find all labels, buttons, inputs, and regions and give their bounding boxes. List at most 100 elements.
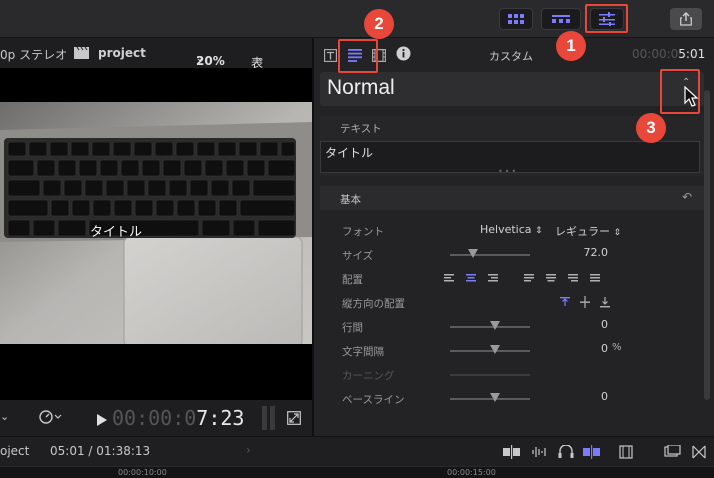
style-preset-name: Normal [327, 76, 395, 99]
inspector-panel: カスタム 00:00:05:01 Normal ⌃⌄ テキスト タイトル •••… [314, 38, 714, 436]
chevron-right-icon[interactable]: › [246, 443, 251, 457]
headphones-icon [558, 445, 574, 458]
chevron-updown-icon: ⇕ [613, 228, 622, 238]
tracking-slider-knob[interactable] [490, 345, 500, 354]
snapping-icon [583, 445, 600, 459]
play-button[interactable] [97, 411, 107, 430]
viewer-letterbox-bottom [0, 344, 312, 400]
valign-bottom-icon [600, 297, 610, 308]
alignment-buttons [444, 274, 600, 282]
chevron-down-icon: ⌄ [257, 54, 265, 64]
basic-label: 基本 [340, 194, 361, 206]
kerning-label: カーニング [342, 370, 395, 382]
timecode-dim: 00:00:0 [112, 406, 197, 430]
justify-right-icon [568, 274, 578, 282]
tool-menu[interactable]: ⌄ [0, 410, 9, 423]
film-strip-icon [619, 445, 633, 459]
speedometer-icon[interactable] [38, 409, 62, 428]
timecode-bright: 7:23 [196, 406, 245, 430]
align-right-icon [488, 274, 498, 282]
title-overlay[interactable]: タイトル [90, 221, 142, 240]
timeline-position: 05:01 / 01:38:13 [50, 444, 151, 458]
size-slider-track[interactable] [450, 254, 530, 256]
kerning-slider-track [450, 374, 530, 376]
timeline-icon [552, 15, 570, 23]
basic-section-header[interactable]: 基本 ↶ [320, 186, 704, 210]
tracking-label: 文字間隔 [342, 346, 384, 358]
info-inspector-tab[interactable] [396, 46, 411, 65]
clip-appearance-icon [503, 445, 520, 459]
fullscreen-button[interactable] [287, 410, 301, 429]
font-family-select[interactable]: Helvetica ⇕ [480, 223, 543, 236]
layout-icon [664, 445, 681, 457]
text-field-value: タイトル [325, 146, 374, 160]
timeline-toggle-button[interactable] [541, 8, 581, 30]
text-section-label: テキスト [340, 123, 382, 135]
laptop-keyboard-image [0, 102, 312, 344]
baseline-slider-knob[interactable] [490, 393, 500, 402]
annotation-box-1 [585, 4, 628, 33]
baseline-value[interactable]: 0 [570, 390, 608, 403]
reset-icon[interactable]: ↶ [682, 190, 692, 204]
resize-handle-icon[interactable]: ••• [498, 167, 518, 176]
justify-full-icon [590, 274, 600, 282]
justify-left-icon [524, 274, 534, 282]
vertical-alignment-label: 縦方向の配置 [342, 298, 405, 310]
inspector-title: カスタム [489, 50, 533, 63]
audio-meter-left [262, 406, 267, 430]
tracking-unit: % [612, 342, 622, 353]
libraries-toggle-button[interactable] [499, 8, 533, 30]
timeline-project-label: oject [0, 444, 30, 458]
tracking-value[interactable]: 0 [570, 342, 608, 355]
title-t-icon [324, 49, 337, 62]
title-inspector-tab[interactable] [324, 47, 337, 66]
timeline-ruler[interactable]: 00:00:10:00 00:00:15:00 [0, 466, 714, 478]
timeline-controls [503, 445, 706, 459]
valign-middle-icon [580, 296, 590, 308]
size-value[interactable]: 72.0 [570, 246, 609, 259]
align-center-icon [466, 274, 476, 282]
grid-icon [508, 14, 524, 24]
font-label: フォント [342, 226, 384, 238]
annotation-box-2 [338, 39, 378, 73]
line-spacing-label: 行間 [342, 322, 363, 334]
expand-icon [287, 411, 301, 425]
align-left-icon [444, 274, 454, 282]
line-spacing-value[interactable]: 0 [570, 318, 608, 331]
ruler-tick-15s: 00:00:15:00 [447, 468, 496, 477]
line-spacing-slider-knob[interactable] [490, 321, 500, 330]
mouse-cursor-icon [684, 86, 699, 107]
viewer-header: 0p ステレオ project 20% ⌄ 表示 ⌄ [0, 38, 312, 87]
bowtie-icon [692, 445, 706, 459]
timeline-header: oject 05:01 / 01:38:13 › [0, 436, 714, 466]
font-weight-select[interactable]: レギュラー ⇕ [555, 223, 621, 239]
size-label: サイズ [342, 250, 374, 262]
justify-center-icon [546, 274, 556, 282]
viewer-transport: ⌄ 00:00:07:23 [0, 400, 312, 436]
duration-dim: 00:00:0 [632, 47, 679, 61]
inspector-scrollbar[interactable] [704, 90, 710, 400]
viewer-timecode: 00:00:07:23 [112, 406, 244, 430]
basic-params: フォント Helvetica ⇕ レギュラー ⇕ サイズ 72.0 配置 縦方向… [320, 218, 704, 438]
info-icon [396, 46, 411, 61]
vertical-alignment-buttons [560, 296, 610, 308]
inspector-duration: 00:00:05:01 [632, 47, 705, 61]
baseline-label: ベースライン [342, 394, 405, 406]
annotation-badge-3: 3 [636, 113, 666, 143]
format-label: 0p ステレオ [0, 48, 68, 62]
play-icon [97, 414, 107, 426]
viewer-letterbox-top [0, 68, 312, 102]
viewer-canvas: タイトル [0, 102, 312, 344]
ruler-line [0, 466, 714, 467]
size-slider-knob[interactable] [468, 249, 478, 258]
font-family-value: Helvetica [480, 223, 532, 236]
share-button[interactable] [670, 8, 702, 30]
clapper-icon [74, 46, 89, 62]
text-style-preset[interactable]: Normal ⌃⌄ [320, 72, 704, 106]
ruler-tick-10s: 00:00:10:00 [118, 468, 167, 477]
share-icon [680, 12, 692, 26]
waveform-icon [532, 447, 546, 457]
annotation-badge-2: 2 [364, 9, 394, 39]
audio-meter-right [270, 406, 275, 430]
alignment-label: 配置 [342, 274, 363, 286]
